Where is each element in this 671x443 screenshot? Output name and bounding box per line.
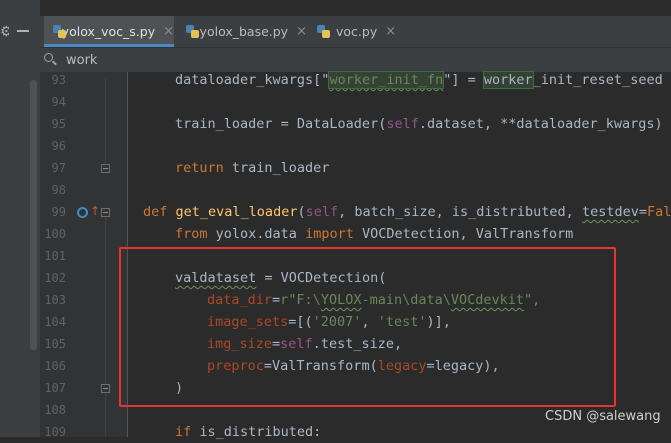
line-number: 109 [44,425,66,439]
line-number: 98 [51,183,66,197]
line-number: 104 [44,315,66,329]
watermark: CSDN @salewang [545,409,661,424]
editor-tab-bar: yolox_voc_s.py × yolox_base.py × voc.py … [40,16,671,48]
line-number: 99 [51,205,66,219]
line-number: 94 [51,95,66,109]
code-line: from yolox.data import VOCDetection, Val… [175,226,574,242]
tab-voc[interactable]: voc.py × [308,16,398,47]
tab-label: yolox_voc_s.py [61,24,156,39]
tab-yolox-voc-s[interactable]: yolox_voc_s.py × [44,16,174,47]
line-number: 95 [51,117,66,131]
fold-marker[interactable] [101,208,110,217]
tab-label: voc.py [336,24,378,39]
fold-marker[interactable] [101,384,110,393]
tab-label: yolox_base.py [199,24,289,39]
code-line: dataloader_kwargs["worker_init_fn"] = wo… [175,71,663,89]
code-line: return train_loader [175,160,330,176]
python-file-icon [53,24,66,39]
tool-window-scrollbar[interactable] [30,80,37,350]
override-icon[interactable]: ↑ [77,204,100,219]
code-line: train_loader = DataLoader(self.dataset, … [175,116,663,132]
code-line: if is_distributed: [175,424,322,440]
highlight-annotation-box [119,247,616,407]
tab-yolox-base[interactable]: yolox_base.py × [177,16,307,47]
close-icon[interactable]: × [163,24,174,39]
line-number: 105 [44,337,66,351]
line-number: 100 [44,227,66,241]
search-icon[interactable] [44,53,58,67]
line-number: 103 [44,293,66,307]
line-number: 108 [44,403,66,417]
close-icon[interactable]: × [296,24,307,39]
line-number: 106 [44,359,66,373]
line-number: 107 [44,381,66,395]
line-number: 96 [51,139,66,153]
gear-icon[interactable]: ⚙ [0,22,9,42]
code-line: def get_eval_loader(self, batch_size, is… [143,204,671,220]
tool-window-strip: ⚙ [0,0,40,437]
line-number: 93 [51,73,66,87]
python-file-icon [186,24,199,39]
minus-icon[interactable] [17,30,29,32]
line-number: 97 [51,161,66,175]
line-number: 102 [44,271,66,285]
line-number: 101 [44,249,66,263]
fold-marker[interactable] [101,164,110,173]
search-input[interactable]: work [66,53,97,68]
python-file-icon [317,24,331,39]
close-icon[interactable]: × [385,24,396,39]
